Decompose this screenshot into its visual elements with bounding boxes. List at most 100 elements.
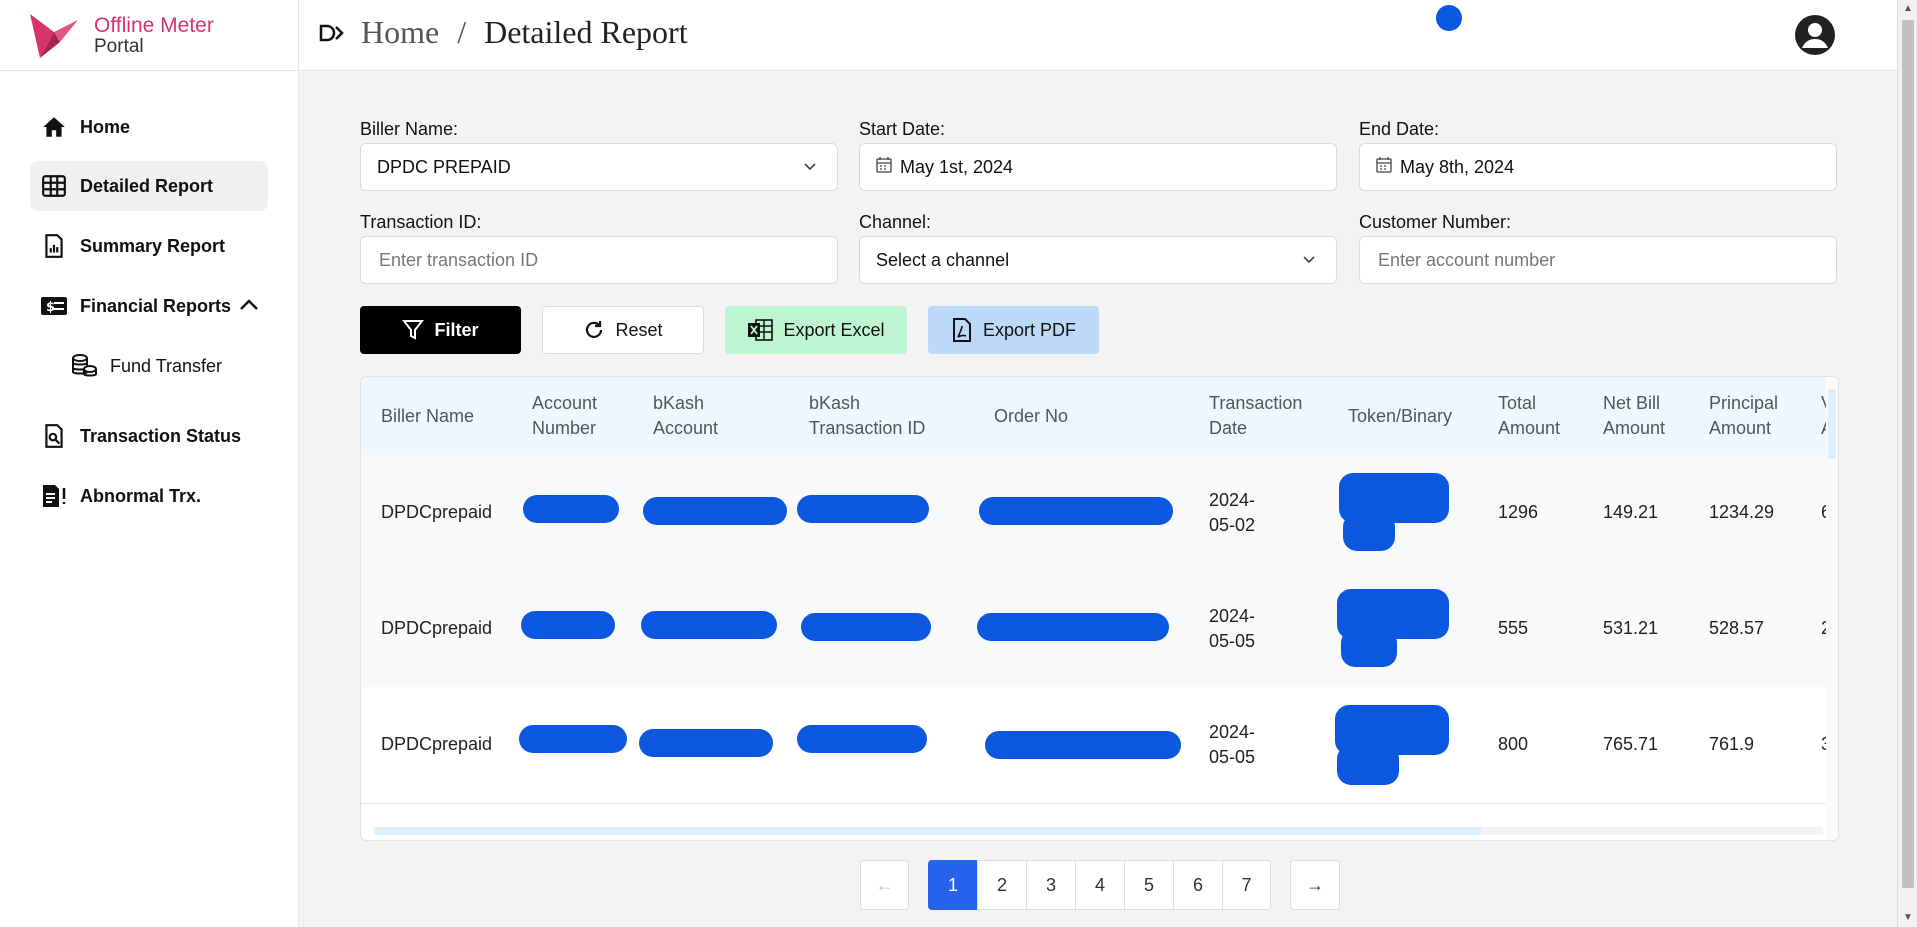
transaction-id-input[interactable]: [377, 248, 801, 272]
doc-search-icon: [40, 422, 68, 450]
reset-label: Reset: [615, 319, 663, 340]
report-icon: [40, 232, 68, 260]
sidebar-item-transaction-status[interactable]: Transaction Status: [30, 411, 268, 461]
arrow-left-icon: ←: [875, 874, 894, 895]
customer-number-field[interactable]: [1359, 236, 1837, 284]
redacted-token: [1343, 513, 1395, 551]
end-date-picker[interactable]: May 8th, 2024: [1359, 143, 1837, 191]
transaction-id-field[interactable]: [360, 236, 838, 284]
scrollbar-thumb[interactable]: [1828, 389, 1836, 459]
redacted-bkash-account: [643, 497, 787, 525]
page-button-6[interactable]: 6: [1173, 860, 1223, 910]
user-avatar-icon[interactable]: [1794, 14, 1836, 61]
column-header: Order No: [994, 406, 1069, 426]
svg-text:$: $: [46, 300, 55, 315]
reset-button[interactable]: Reset: [542, 306, 704, 354]
export-excel-button[interactable]: Export Excel: [725, 306, 907, 354]
total-amount-cell: 1296: [1498, 502, 1539, 522]
scrollbar-thumb[interactable]: [1902, 20, 1914, 888]
table-horizontal-scrollbar[interactable]: [373, 827, 1823, 835]
filter-button[interactable]: Filter: [360, 306, 521, 354]
page-number: 4: [1094, 874, 1105, 895]
net-bill-cell: 765.71: [1603, 734, 1659, 754]
scroll-up-icon[interactable]: ▲: [1903, 3, 1913, 14]
biller-name-value: DPDC PREPAID: [377, 156, 511, 177]
table-row[interactable]: DPDCprepaid 2024-05-05 800 765.71 761.9 …: [361, 687, 1826, 804]
customer-number-input[interactable]: [1376, 248, 1800, 272]
coins-icon: [70, 352, 98, 380]
export-excel-label: Export Excel: [783, 319, 885, 340]
report-table: Biller Name Account Number bKash Account…: [360, 376, 1839, 841]
biller-name-select[interactable]: DPDC PREPAID: [360, 143, 838, 191]
prev-page-button[interactable]: ←: [860, 860, 909, 910]
page-button-1[interactable]: 1: [928, 860, 978, 910]
biller-cell: DPDCprepaid: [381, 734, 493, 754]
scroll-down-icon[interactable]: ▼: [1903, 912, 1913, 923]
sidebar-item-detailed-report[interactable]: Detailed Report: [30, 161, 268, 211]
sidebar-item-financial-reports[interactable]: $ Financial Reports: [30, 281, 268, 331]
calendar-icon: [1376, 156, 1392, 178]
sidebar-item-label: Financial Reports: [80, 295, 232, 316]
sidebar-item-summary-report[interactable]: Summary Report: [30, 221, 268, 271]
export-pdf-button[interactable]: Export PDF: [928, 306, 1099, 354]
transaction-id-label: Transaction ID:: [360, 212, 482, 232]
sidebar-item-home[interactable]: Home: [30, 102, 268, 152]
sidebar-toggle-icon[interactable]: [319, 14, 347, 51]
column-header: Net Bill Amount: [1603, 393, 1666, 438]
end-date-label: End Date:: [1359, 119, 1440, 139]
biller-cell: DPDCprepaid: [381, 502, 493, 522]
table-row[interactable]: DPDCprepaid 2024-05-05 555 531.21 528.57…: [361, 571, 1826, 688]
date-cell: 2024-05-02: [1209, 490, 1256, 535]
breadcrumb-home[interactable]: Home: [361, 14, 439, 51]
sidebar-item-fund-transfer[interactable]: Fund Transfer: [60, 341, 268, 391]
redacted-bkash-account: [641, 611, 777, 639]
page-number: 3: [1045, 874, 1056, 895]
channel-select[interactable]: Select a channel: [859, 236, 1337, 284]
start-date-picker[interactable]: May 1st, 2024: [859, 143, 1337, 191]
filter-label: Filter: [434, 319, 479, 340]
date-cell: 2024-05-05: [1209, 606, 1256, 651]
table-row[interactable]: DPDCprepaid 2024-05-02 1296 149.21 1234.…: [361, 455, 1826, 572]
page-scrollbar[interactable]: ▲ ▼: [1897, 0, 1917, 927]
net-bill-cell: 531.21: [1603, 618, 1659, 638]
scrollbar-thumb[interactable]: [375, 827, 1481, 835]
refresh-icon: [583, 319, 605, 341]
logo[interactable]: Offline Meter Portal: [0, 0, 298, 71]
cursor-indicator: [1436, 5, 1462, 31]
filter-icon: [402, 319, 425, 341]
page-number: 6: [1192, 874, 1203, 895]
biller-name-label: Biller Name:: [360, 119, 459, 139]
total-amount-cell: 800: [1498, 734, 1529, 754]
arrow-right-icon: →: [1306, 874, 1324, 895]
net-bill-cell: 149.21: [1603, 502, 1659, 522]
page-button-5[interactable]: 5: [1124, 860, 1174, 910]
sidebar-item-label: Abnormal Trx.: [80, 485, 202, 506]
page-button-2[interactable]: 2: [977, 860, 1027, 910]
table-header: Biller Name Account Number bKash Account…: [361, 377, 1833, 456]
sidebar-item-abnormal-trx[interactable]: Abnormal Trx.: [30, 471, 268, 521]
table-vertical-scrollbar[interactable]: [1826, 377, 1838, 840]
channel-label: Channel:: [859, 212, 932, 232]
end-date-value: May 8th, 2024: [1400, 156, 1515, 177]
bird-logo-icon: [30, 14, 78, 58]
redacted-order-no: [979, 497, 1173, 525]
principal-cell: 1234.29: [1709, 502, 1775, 522]
column-header: Principal Amount: [1709, 393, 1779, 438]
page-button-3[interactable]: 3: [1026, 860, 1076, 910]
chevron-down-icon: [803, 158, 817, 181]
home-icon: [40, 113, 68, 141]
next-page-button[interactable]: →: [1290, 860, 1340, 910]
column-header: Biller Name: [381, 406, 475, 426]
page-number: 5: [1143, 874, 1154, 895]
channel-value: Select a channel: [876, 249, 1010, 270]
breadcrumb-current: Detailed Report: [484, 14, 688, 50]
page-button-4[interactable]: 4: [1075, 860, 1125, 910]
chevron-up-icon[interactable]: [239, 296, 259, 317]
total-amount-cell: 555: [1498, 618, 1529, 638]
page-button-7[interactable]: 7: [1222, 860, 1271, 910]
breadcrumb: Home / Detailed Report: [319, 14, 688, 51]
logo-subtitle: Portal: [94, 36, 144, 57]
logo-title: Offline Meter: [94, 14, 214, 37]
page-number: 7: [1241, 874, 1252, 895]
sidebar-item-label: Detailed Report: [80, 175, 214, 196]
